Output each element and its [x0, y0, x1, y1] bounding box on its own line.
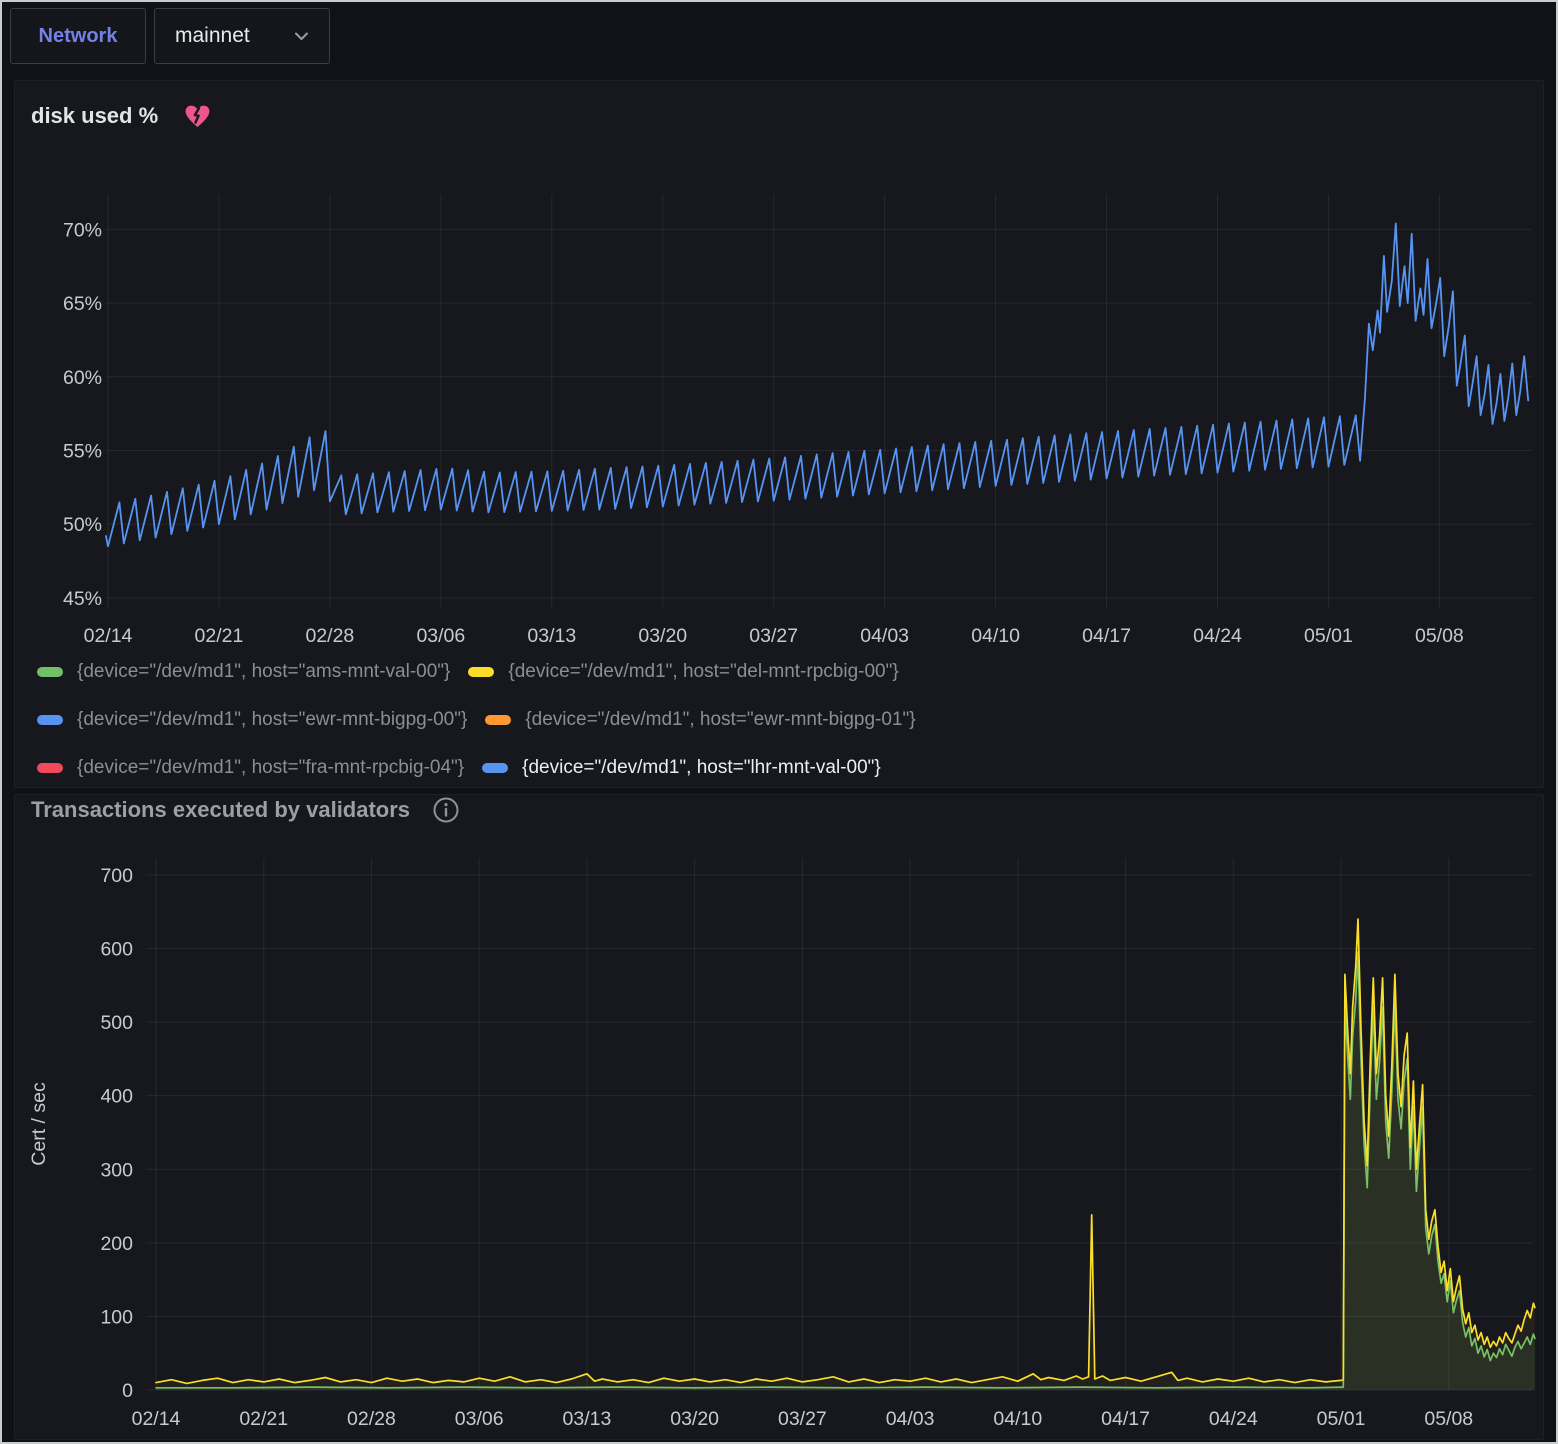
legend-series-swatch — [37, 667, 63, 677]
x-tick-label: 02/21 — [239, 1408, 288, 1430]
legend-item[interactable]: {device="/dev/md1", host="fra-mnt-rpcbig… — [37, 757, 464, 779]
panel-transactions-header[interactable]: Transactions executed by validators — [31, 796, 460, 824]
legend-series-label: {device="/dev/md1", host="lhr-mnt-val-00… — [522, 757, 881, 779]
series-disk-used-line — [106, 224, 1528, 547]
y-tick-label: 45% — [63, 588, 102, 610]
y-tick-label: 0 — [122, 1380, 133, 1402]
y-tick-label: 700 — [100, 865, 133, 887]
x-tick-label: 05/01 — [1304, 625, 1353, 647]
y-tick-label: 200 — [100, 1233, 133, 1255]
x-tick-label: 03/13 — [527, 625, 576, 647]
legend-series-label: {device="/dev/md1", host="ewr-mnt-bigpg-… — [525, 709, 915, 731]
x-tick-label: 04/10 — [971, 625, 1020, 647]
x-tick-label: 03/06 — [455, 1408, 504, 1430]
panel-title: disk used % — [31, 103, 158, 129]
x-tick-label: 03/27 — [749, 625, 798, 647]
legend-item[interactable]: {device="/dev/md1", host="ewr-mnt-bigpg-… — [37, 709, 467, 731]
y-tick-label: 600 — [100, 939, 133, 961]
legend-series-swatch — [482, 763, 508, 773]
y-axis-label: Cert / sec — [28, 1082, 50, 1166]
y-tick-label: 100 — [100, 1306, 133, 1328]
y-tick-label: 55% — [63, 441, 102, 463]
network-variable-dropdown[interactable]: mainnet — [154, 8, 330, 64]
series-area-fill — [156, 952, 1535, 1390]
panel-disk-used-header[interactable]: disk used % — [31, 103, 211, 129]
chevron-down-icon — [294, 31, 309, 41]
x-tick-label: 03/13 — [563, 1408, 612, 1430]
info-circle-icon[interactable] — [432, 796, 460, 824]
network-value: mainnet — [175, 24, 250, 48]
legend-series-label: {device="/dev/md1", host="del-mnt-rpcbig… — [508, 661, 898, 683]
x-tick-label: 03/20 — [670, 1408, 719, 1430]
y-tick-label: 500 — [100, 1012, 133, 1034]
legend-series-label: {device="/dev/md1", host="ewr-mnt-bigpg-… — [77, 709, 467, 731]
x-tick-label: 02/14 — [132, 1408, 181, 1430]
series-area-fill — [156, 919, 1535, 1390]
disk-used-legend: {device="/dev/md1", host="ams-mnt-val-00… — [37, 661, 916, 779]
x-tick-label: 04/03 — [886, 1408, 935, 1430]
x-tick-label: 03/06 — [416, 625, 465, 647]
network-variable-label[interactable]: Network — [10, 8, 146, 64]
panel-disk-used: disk used % 45% 50% 55% 60% 65% 70% 02/14 02/21… — [14, 80, 1544, 788]
x-tick-label: 04/03 — [860, 625, 909, 647]
legend-series-label: {device="/dev/md1", host="fra-mnt-rpcbig… — [77, 757, 464, 779]
x-tick-label: 05/01 — [1317, 1408, 1366, 1430]
x-tick-label: 02/21 — [195, 625, 244, 647]
legend-row: {device="/dev/md1", host="ams-mnt-val-00… — [37, 661, 916, 683]
x-tick-label: 05/08 — [1415, 625, 1464, 647]
y-tick-label: 400 — [100, 1086, 133, 1108]
y-tick-label: 300 — [100, 1159, 133, 1181]
y-tick-label: 70% — [63, 219, 102, 241]
series-line-yellow — [156, 919, 1535, 1383]
legend-item[interactable]: {device="/dev/md1", host="ams-mnt-val-00… — [37, 661, 450, 683]
transactions-chart[interactable]: 0 100 200 300 400 500 600 700 02/14 02/21 02/28 03/… — [15, 795, 1543, 1439]
x-tick-label: 02/14 — [84, 625, 133, 647]
x-tick-label: 04/17 — [1101, 1408, 1150, 1430]
y-tick-label: 65% — [63, 293, 102, 315]
x-tick-label: 02/28 — [305, 625, 354, 647]
legend-series-swatch — [37, 715, 63, 725]
y-tick-label: 60% — [63, 367, 102, 389]
x-tick-label: 04/24 — [1209, 1408, 1258, 1430]
x-tick-label: 05/08 — [1424, 1408, 1473, 1430]
legend-series-swatch — [468, 667, 494, 677]
panel-title: Transactions executed by validators — [31, 797, 410, 823]
x-tick-label: 04/10 — [993, 1408, 1042, 1430]
x-tick-label: 02/28 — [347, 1408, 396, 1430]
x-tick-label: 04/24 — [1193, 625, 1242, 647]
y-tick-label: 50% — [63, 514, 102, 536]
legend-item[interactable]: {device="/dev/md1", host="del-mnt-rpcbig… — [468, 661, 898, 683]
legend-series-label: {device="/dev/md1", host="ams-mnt-val-00… — [77, 661, 450, 683]
legend-row: {device="/dev/md1", host="ewr-mnt-bigpg-… — [37, 709, 916, 731]
network-label: Network — [39, 25, 118, 48]
x-tick-label: 03/20 — [638, 625, 687, 647]
x-tick-label: 03/27 — [778, 1408, 827, 1430]
panel-transactions: Transactions executed by validators 0 100… — [14, 794, 1544, 1440]
legend-item[interactable]: {device="/dev/md1", host="ewr-mnt-bigpg-… — [485, 709, 915, 731]
series-line-green — [156, 952, 1535, 1388]
grafana-dashboard: Network mainnet disk used % 45% 50% 55% 60%… — [0, 0, 1558, 1444]
legend-series-swatch — [37, 763, 63, 773]
broken-heart-icon — [184, 104, 211, 129]
legend-series-swatch — [485, 715, 511, 725]
legend-row: {device="/dev/md1", host="fra-mnt-rpcbig… — [37, 757, 916, 779]
x-tick-label: 04/17 — [1082, 625, 1131, 647]
legend-item[interactable]: {device="/dev/md1", host="lhr-mnt-val-00… — [482, 757, 881, 779]
